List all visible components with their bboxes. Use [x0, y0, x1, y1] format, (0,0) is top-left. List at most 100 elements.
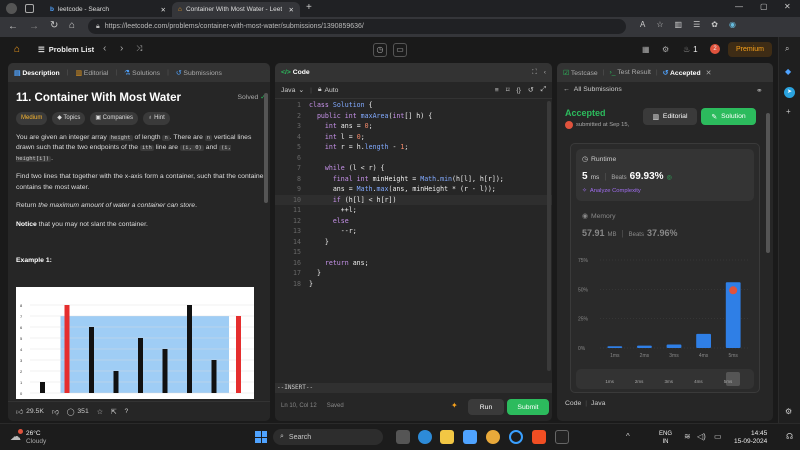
clock[interactable]: 14:45 15-09-2024: [734, 430, 767, 446]
add-icon[interactable]: +: [786, 107, 791, 116]
wifi-icon[interactable]: ≋: [684, 432, 691, 441]
result-scrollbar[interactable]: [766, 113, 770, 253]
tab-submissions[interactable]: ↺ Submissions: [176, 69, 222, 77]
bookmark-icon[interactable]: ⌑: [506, 86, 510, 94]
telegram-icon[interactable]: ➤: [784, 87, 795, 98]
search-icon[interactable]: ⌕: [785, 44, 789, 54]
reset-icon[interactable]: ↺: [528, 86, 534, 94]
tab-code[interactable]: </> Code: [281, 69, 310, 76]
close-icon[interactable]: ✕: [706, 69, 712, 77]
hint-tag[interactable]: ♁ Hint: [142, 112, 170, 125]
timer-icon[interactable]: ◷: [373, 43, 387, 57]
favorites-list-icon[interactable]: ☰: [693, 20, 700, 29]
tab-accepted[interactable]: ↺ Accepted: [663, 69, 701, 77]
leetcode-logo[interactable]: ⌂: [14, 44, 20, 55]
url-field[interactable]: 🔒︎ https://leetcode.com/problems/contain…: [88, 19, 626, 34]
brave-icon[interactable]: [532, 430, 546, 444]
braces-icon[interactable]: {}: [516, 87, 521, 94]
description-scrollbar[interactable]: [264, 93, 268, 203]
photos-icon[interactable]: [463, 430, 477, 444]
app-icon[interactable]: [555, 430, 569, 444]
memory-label[interactable]: ◉ Memory: [582, 212, 615, 221]
share-icon[interactable]: ⇱: [111, 408, 117, 416]
fullscreen-icon[interactable]: ⤢: [541, 86, 546, 94]
chrome-icon[interactable]: [486, 430, 500, 444]
prev-problem-icon[interactable]: ‹: [103, 43, 106, 54]
shuffle-icon[interactable]: ⤨: [136, 44, 142, 54]
solution-button[interactable]: ✎ Solution: [701, 108, 756, 125]
task-view-icon[interactable]: [396, 430, 410, 444]
layout-icon[interactable]: ▦: [642, 45, 650, 54]
extensions-icon[interactable]: ✿: [711, 20, 718, 29]
copilot-sidebar-icon[interactable]: ◆: [785, 67, 791, 76]
settings-gear-icon[interactable]: ⚙: [662, 45, 669, 54]
tab-solutions[interactable]: ⚗ Solutions: [124, 69, 160, 77]
format-icon[interactable]: ≡: [495, 87, 499, 94]
notifications-icon[interactable]: ☊: [786, 432, 793, 441]
taskbar-search[interactable]: ⌕ Search: [273, 429, 383, 445]
edge-icon[interactable]: [418, 430, 432, 444]
copilot-icon[interactable]: ◉: [729, 20, 736, 29]
difficulty-tag[interactable]: Medium: [16, 112, 48, 125]
chart-range-selector[interactable]: 1ms 2ms 3ms 4ms 5ms: [576, 369, 754, 389]
workspaces-icon[interactable]: [25, 4, 34, 13]
editor-scrollbar[interactable]: [547, 101, 551, 371]
runtime-card[interactable]: ◷ Runtime 5 ms | Beats 69.93% ◎ ✧ Analyze …: [576, 149, 754, 201]
close-icon[interactable]: ✕: [161, 6, 166, 14]
submit-button[interactable]: Submit: [507, 399, 549, 415]
problem-list-button[interactable]: ☰ Problem List: [38, 45, 94, 54]
link-icon[interactable]: ⚭: [756, 86, 763, 95]
split-screen-icon[interactable]: ▥: [675, 20, 683, 29]
tab-test-result[interactable]: ›_ Test Result: [609, 69, 650, 76]
window-close-icon[interactable]: ✕: [784, 2, 791, 11]
tab-testcase[interactable]: ☑ Testcase: [563, 69, 598, 77]
dislike-icon[interactable]: 👎︎: [52, 408, 59, 416]
tab-description[interactable]: ▤ Description: [14, 69, 60, 77]
close-icon[interactable]: ✕: [289, 6, 294, 14]
start-icon[interactable]: [255, 431, 267, 443]
user-avatar[interactable]: [565, 121, 573, 129]
next-problem-icon[interactable]: ›: [120, 43, 123, 54]
tab-editorial[interactable]: ▥ Editorial: [75, 69, 108, 77]
read-aloud-icon[interactable]: A: [640, 20, 645, 29]
back-icon[interactable]: ←: [8, 21, 18, 32]
debug-icon[interactable]: ✦: [451, 401, 458, 410]
language-select[interactable]: Java ⌄: [281, 86, 304, 95]
browser-tab-leetcode[interactable]: ⌂ Container With Most Water - Leetc ✕: [172, 2, 300, 17]
analyze-complexity-link[interactable]: ✧ Analyze Complexity: [582, 188, 641, 194]
companies-tag[interactable]: ▣ Companies: [90, 112, 139, 125]
file-explorer-icon[interactable]: [440, 430, 454, 444]
like-button[interactable]: 👍︎ 29.5K: [16, 408, 44, 416]
refresh-icon[interactable]: ↻: [50, 20, 58, 31]
forward-icon[interactable]: →: [29, 21, 39, 32]
weather-widget[interactable]: 26°C Cloudy: [26, 430, 46, 446]
minimize-icon[interactable]: —: [735, 2, 743, 11]
premium-button[interactable]: Premium: [728, 42, 772, 57]
comments-button[interactable]: ◯ 351: [67, 408, 89, 416]
all-submissions-link[interactable]: ← All Submissions: [563, 86, 622, 93]
cortana-icon[interactable]: [509, 430, 523, 444]
volume-icon[interactable]: ◁): [697, 432, 706, 441]
tray-chevron-icon[interactable]: ^: [626, 432, 630, 441]
star-icon[interactable]: ☆: [97, 408, 103, 416]
help-icon[interactable]: ?: [125, 408, 129, 415]
run-button[interactable]: Run: [468, 399, 504, 415]
streak-counter[interactable]: ♨ 1: [683, 45, 698, 54]
editorial-button[interactable]: ▥ Editorial: [643, 108, 697, 125]
notification-badge[interactable]: 2: [710, 44, 720, 54]
new-tab-icon[interactable]: +: [306, 2, 312, 13]
auto-toggle[interactable]: 🔒︎ Auto: [318, 86, 339, 94]
topics-tag[interactable]: ◆ Topics: [52, 112, 86, 125]
code-editor[interactable]: 1 class Solution {2 public int maxArea(in…: [275, 100, 552, 289]
favorite-icon[interactable]: ☆: [656, 20, 663, 29]
maximize-panel-icon[interactable]: ⛶: [532, 69, 537, 77]
battery-icon[interactable]: ▭: [714, 432, 722, 441]
maximize-icon[interactable]: ▢: [760, 2, 768, 11]
notes-icon[interactable]: ▭: [393, 43, 407, 57]
sidebar-settings-icon[interactable]: ⚙: [785, 407, 792, 416]
collapse-panel-icon[interactable]: ‹: [544, 69, 546, 76]
browser-tab-search[interactable]: b leetcode - Search ✕: [44, 2, 172, 17]
language-indicator[interactable]: ENG IN: [659, 430, 672, 446]
runtime-distribution-chart[interactable]: 75% 50% 25% 0% 1ms 2ms 3ms 4ms 5ms: [576, 252, 754, 367]
home-icon[interactable]: ⌂: [69, 20, 75, 31]
